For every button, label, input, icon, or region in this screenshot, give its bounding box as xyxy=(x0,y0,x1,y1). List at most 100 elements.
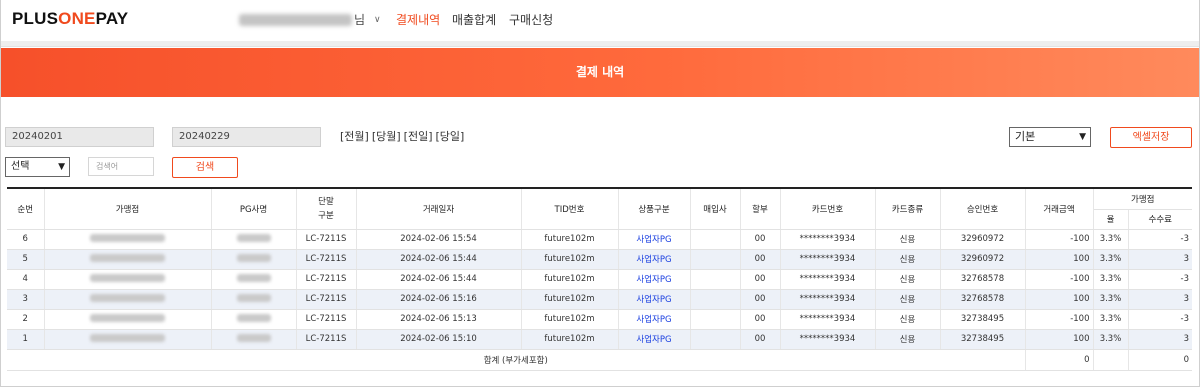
cell-seq-value: 4 xyxy=(22,274,28,284)
cell-card-no-value: ********3934 xyxy=(799,334,856,344)
cell-card-type-value: 신용 xyxy=(899,255,916,265)
table-row[interactable]: 3 LC-7211S 2024-02-06 15:16 future102m 사업자PG… xyxy=(7,289,1192,310)
cell-approval-value: 32960972 xyxy=(960,234,1005,244)
header-terminal: 단말 구분 xyxy=(296,188,357,230)
cell-tid-value: future102m xyxy=(544,254,595,264)
cell-rate: 3.3% xyxy=(1093,309,1129,330)
cell-terminal-value: LC-7211S xyxy=(305,314,347,324)
chevron-down-icon[interactable]: ∨ xyxy=(374,15,381,25)
end-date-field[interactable]: 20240229 xyxy=(172,127,321,147)
summary-empty xyxy=(1093,349,1129,371)
cell-card-type-value: 신용 xyxy=(899,315,916,325)
quick-prev-day[interactable]: [전일] xyxy=(404,130,433,143)
cell-product-value[interactable]: 사업자PG xyxy=(636,275,671,285)
cell-pg-redacted xyxy=(211,309,297,330)
search-input[interactable]: 검색어 xyxy=(88,157,154,176)
cell-datetime: 2024-02-06 15:54 xyxy=(356,229,522,250)
summary-amount: 0 xyxy=(1025,349,1094,371)
cell-seq: 3 xyxy=(7,289,45,310)
cell-installment-value: 00 xyxy=(754,334,766,344)
cell-card-type: 신용 xyxy=(875,269,941,290)
cell-rate: 3.3% xyxy=(1093,249,1129,270)
header-tid: TID번호 xyxy=(521,188,619,230)
cell-fee: 3 xyxy=(1128,289,1192,310)
search-button[interactable]: 검색 xyxy=(172,157,238,178)
cell-acquirer xyxy=(690,229,741,250)
table-row[interactable]: 6 LC-7211S 2024-02-06 15:54 future102m 사업자PG… xyxy=(7,229,1192,250)
cell-pg-redacted xyxy=(211,289,297,310)
cell-installment: 00 xyxy=(740,289,781,310)
cell-card-type-value: 신용 xyxy=(899,235,916,245)
header-card-type: 카드종류 xyxy=(875,188,941,230)
search-type-select[interactable]: 선택 ▼ xyxy=(5,157,70,177)
quick-today[interactable]: [당일] xyxy=(435,130,464,143)
view-select[interactable]: 기본 ▼ xyxy=(1009,127,1091,147)
table-row[interactable]: 5 LC-7211S 2024-02-06 15:44 future102m 사업자PG… xyxy=(7,249,1192,270)
cell-tid: future102m xyxy=(521,269,619,290)
search-type-value: 선택 xyxy=(11,161,30,172)
cell-product: 사업자PG xyxy=(618,289,691,310)
cell-card-no: ********3934 xyxy=(780,229,876,250)
cell-merchant-redacted xyxy=(44,229,212,250)
summary-fee: 0 xyxy=(1128,349,1192,371)
cell-terminal-value: LC-7211S xyxy=(305,234,347,244)
cell-approval: 32960972 xyxy=(940,249,1026,270)
cell-card-type: 신용 xyxy=(875,309,941,330)
cell-terminal-value: LC-7211S xyxy=(305,274,347,284)
cell-amount-value: 100 xyxy=(1073,294,1090,304)
excel-save-button[interactable]: 엑셀저장 xyxy=(1110,127,1192,148)
table-row[interactable]: 1 LC-7211S 2024-02-06 15:10 future102m 사업자PG… xyxy=(7,329,1192,350)
cell-fee-value: -3 xyxy=(1180,234,1189,244)
nav-sales-total[interactable]: 매출합계 xyxy=(452,11,496,28)
table-row[interactable]: 2 LC-7211S 2024-02-06 15:13 future102m 사업자PG… xyxy=(7,309,1192,330)
header-rate: 율 xyxy=(1093,209,1129,230)
cell-seq-value: 3 xyxy=(22,294,28,304)
cell-card-type-value: 신용 xyxy=(899,295,916,305)
quick-range-links: [전월] [당월] [전일] [당일] xyxy=(340,128,467,144)
redacted-text xyxy=(90,293,165,302)
header-acquirer: 매입사 xyxy=(690,188,741,230)
cell-installment-value: 00 xyxy=(754,314,766,324)
cell-card-no-value: ********3934 xyxy=(799,254,856,264)
cell-approval-value: 32738495 xyxy=(960,334,1005,344)
nav-payment-history[interactable]: 결제내역 xyxy=(396,11,440,28)
cell-seq-value: 6 xyxy=(22,234,28,244)
redacted-text xyxy=(90,313,165,322)
cell-product-value[interactable]: 사업자PG xyxy=(636,295,671,305)
cell-rate-value: 3.3% xyxy=(1099,334,1122,344)
cell-tid-value: future102m xyxy=(544,274,595,284)
cell-tid: future102m xyxy=(521,229,619,250)
cell-product-value[interactable]: 사업자PG xyxy=(636,255,671,265)
cell-approval: 32768578 xyxy=(940,289,1026,310)
cell-rate-value: 3.3% xyxy=(1099,254,1122,264)
cell-pg-redacted xyxy=(211,269,297,290)
cell-product-value[interactable]: 사업자PG xyxy=(636,235,671,245)
logo-suffix: PAY xyxy=(95,9,129,28)
cell-terminal-value: LC-7211S xyxy=(305,294,347,304)
chevron-down-icon: ▼ xyxy=(58,162,65,172)
cell-product-value[interactable]: 사업자PG xyxy=(636,315,671,325)
cell-fee-value: -3 xyxy=(1180,314,1189,324)
cell-acquirer xyxy=(690,249,741,270)
cell-installment: 00 xyxy=(740,329,781,350)
start-date-field[interactable]: 20240201 xyxy=(5,127,154,147)
logo[interactable]: PLUSONEPAY xyxy=(12,9,128,29)
header-seq: 순번 xyxy=(7,188,45,230)
cell-fee: -3 xyxy=(1128,309,1192,330)
cell-product: 사업자PG xyxy=(618,309,691,330)
cell-product-value[interactable]: 사업자PG xyxy=(636,335,671,345)
cell-seq: 2 xyxy=(7,309,45,330)
cell-rate: 3.3% xyxy=(1093,329,1129,350)
cell-card-no: ********3934 xyxy=(780,329,876,350)
cell-installment-value: 00 xyxy=(754,254,766,264)
table-row[interactable]: 4 LC-7211S 2024-02-06 15:44 future102m 사업자PG… xyxy=(7,269,1192,290)
cell-product: 사업자PG xyxy=(618,269,691,290)
nav-purchase-request[interactable]: 구매신청 xyxy=(509,11,553,28)
user-suffix: 님 xyxy=(354,13,366,27)
quick-this-month[interactable]: [당월] xyxy=(372,130,401,143)
user-menu[interactable]: 님 ∨ xyxy=(239,11,381,28)
cell-card-type: 신용 xyxy=(875,289,941,310)
cell-rate-value: 3.3% xyxy=(1099,294,1122,304)
cell-product: 사업자PG xyxy=(618,229,691,250)
quick-prev-month[interactable]: [전월] xyxy=(340,130,369,143)
